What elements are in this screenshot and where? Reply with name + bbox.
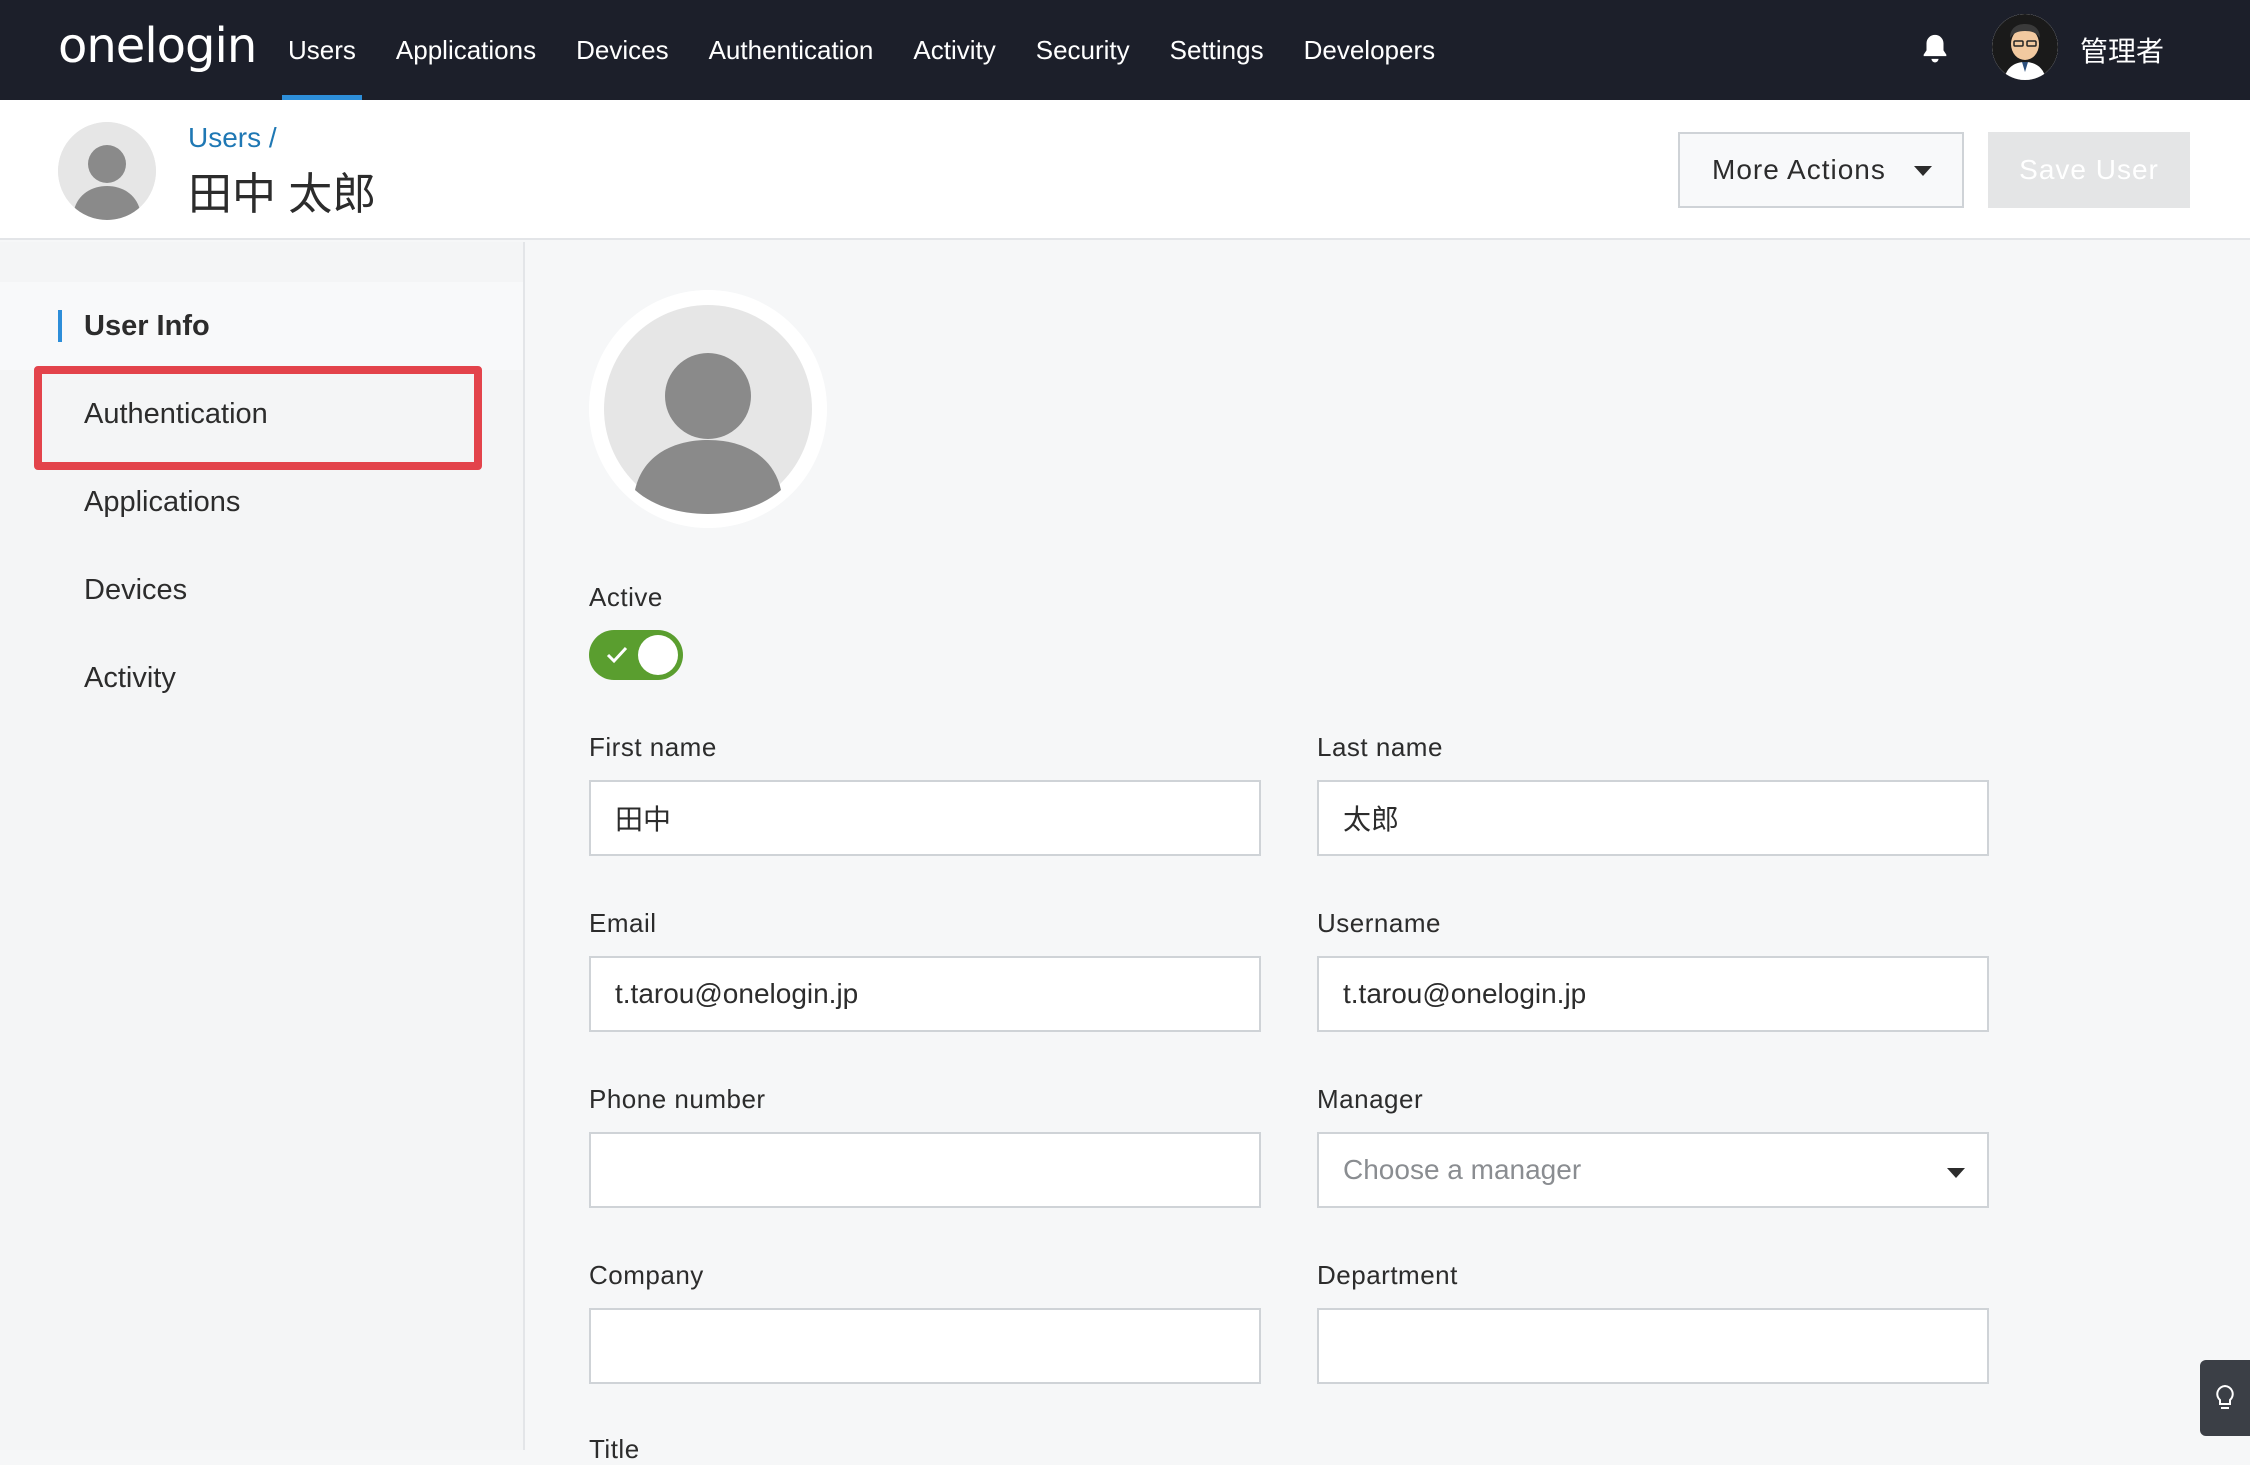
bell-icon[interactable]	[1918, 32, 1952, 66]
caret-down-icon	[1947, 1168, 1965, 1178]
last-name-field[interactable]: 太郎	[1317, 780, 1989, 856]
nav-activity[interactable]: Activity	[893, 0, 1015, 100]
nav-devices[interactable]: Devices	[556, 0, 688, 100]
profile-photo[interactable]	[589, 290, 827, 528]
active-label: Active	[589, 582, 663, 612]
sidebar-item-authentication[interactable]: Authentication	[0, 370, 523, 458]
page-header: Users / 田中 太郎 More Actions Save User	[0, 100, 2250, 240]
nav-security[interactable]: Security	[1016, 0, 1150, 100]
admin-avatar[interactable]	[1992, 14, 2058, 80]
main-nav: Users Applications Devices Authenticatio…	[268, 0, 1455, 100]
manager-select[interactable]: Choose a manager	[1317, 1132, 1989, 1208]
company-field[interactable]	[589, 1308, 1261, 1384]
admin-name[interactable]: 管理者	[2080, 30, 2164, 70]
caret-down-icon	[1914, 166, 1932, 176]
sidebar-item-applications[interactable]: Applications	[0, 458, 523, 546]
user-info-form: Active First name 田中 Last name 太郎 Email …	[527, 242, 2250, 1464]
checkmark-icon	[606, 646, 628, 664]
active-toggle[interactable]	[589, 630, 683, 680]
top-navigation-bar: onelogin Users Applications Devices Auth…	[0, 0, 2250, 100]
company-label: Company	[589, 1260, 704, 1290]
first-name-field[interactable]: 田中	[589, 780, 1261, 856]
first-name-label: First name	[589, 732, 717, 762]
toggle-knob	[638, 635, 678, 675]
sidebar-item-user-info[interactable]: User Info	[0, 282, 523, 370]
manager-label: Manager	[1317, 1084, 1424, 1114]
phone-field[interactable]	[589, 1132, 1261, 1208]
more-actions-button[interactable]: More Actions	[1678, 132, 1964, 208]
onelogin-logo[interactable]: onelogin	[58, 16, 257, 76]
breadcrumb-users[interactable]: Users /	[188, 122, 277, 154]
lightbulb-icon	[2216, 1384, 2234, 1409]
save-user-button[interactable]: Save User	[1988, 132, 2190, 208]
more-actions-label: More Actions	[1712, 154, 1886, 185]
help-tab[interactable]	[2200, 1360, 2250, 1436]
nav-settings[interactable]: Settings	[1150, 0, 1284, 100]
username-label: Username	[1317, 908, 1441, 938]
department-label: Department	[1317, 1260, 1458, 1290]
phone-label: Phone number	[589, 1084, 766, 1114]
nav-authentication[interactable]: Authentication	[689, 0, 894, 100]
nav-applications[interactable]: Applications	[376, 0, 556, 100]
department-field[interactable]	[1317, 1308, 1989, 1384]
email-label: Email	[589, 908, 657, 938]
sidebar-item-activity[interactable]: Activity	[0, 634, 523, 722]
sidebar-item-devices[interactable]: Devices	[0, 546, 523, 634]
email-field[interactable]: t.tarou@onelogin.jp	[589, 956, 1261, 1032]
nav-users[interactable]: Users	[268, 0, 376, 100]
user-sidebar: User Info Authentication Applications De…	[0, 242, 525, 1450]
nav-developers[interactable]: Developers	[1284, 0, 1456, 100]
last-name-label: Last name	[1317, 732, 1443, 762]
page-title: 田中 太郎	[188, 170, 377, 219]
username-field[interactable]: t.tarou@onelogin.jp	[1317, 956, 1989, 1032]
manager-placeholder: Choose a manager	[1343, 1154, 1582, 1185]
user-avatar	[58, 122, 156, 220]
